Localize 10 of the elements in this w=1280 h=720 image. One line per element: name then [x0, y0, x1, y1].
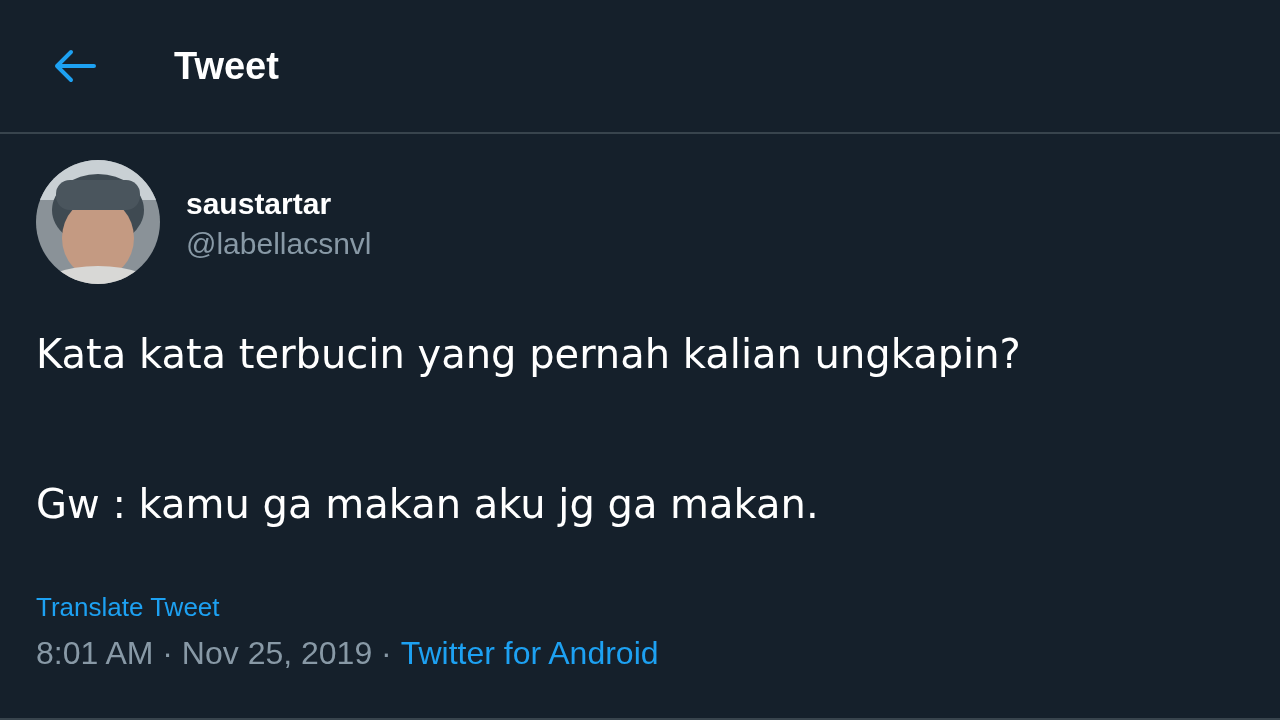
- source-link[interactable]: Twitter for Android: [400, 635, 659, 672]
- page-title: Tweet: [174, 44, 279, 88]
- user-handle: @labellacsnvl: [186, 227, 372, 261]
- back-arrow-icon: [52, 49, 96, 83]
- back-button[interactable]: [52, 49, 96, 83]
- user-name: saustartar: [186, 187, 333, 221]
- translate-link[interactable]: Translate Tweet: [36, 592, 220, 623]
- tweet-text: Gw : kamu ga makan aku jg ga makan.: [36, 480, 820, 529]
- tweet-timestamp: 8:01 AM · Nov 25, 2019 ·: [36, 635, 393, 672]
- tweet-text: Kata kata terbucin yang pernah kalian ungkapin?: [36, 330, 1022, 379]
